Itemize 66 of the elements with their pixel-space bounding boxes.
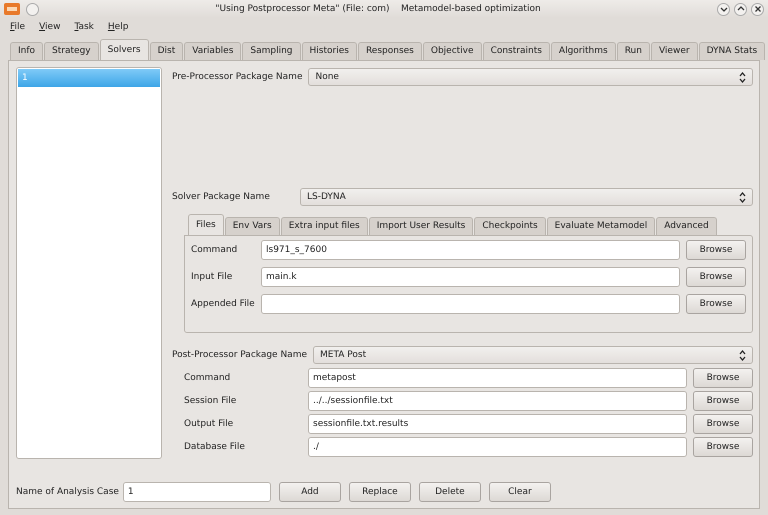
- tab[interactable]: Variables: [184, 42, 242, 60]
- tab[interactable]: Solvers: [100, 39, 149, 60]
- input-field[interactable]: sessionfile.txt.results: [308, 414, 687, 434]
- app-icon: [4, 3, 20, 15]
- field-label: Solver Package Name: [172, 192, 271, 202]
- action-button[interactable]: Replace: [348, 482, 411, 502]
- dropdown[interactable]: LS-DYNA: [300, 188, 753, 206]
- tab[interactable]: Objective: [422, 42, 482, 60]
- input-field[interactable]: ls971_s_7600: [261, 240, 680, 260]
- up-down-arrows-icon: [739, 350, 746, 360]
- menu-item[interactable]: Help: [108, 22, 128, 32]
- tab[interactable]: Responses: [358, 42, 422, 60]
- tab[interactable]: Checkpoints: [474, 217, 546, 235]
- field-label: Output File: [183, 419, 234, 429]
- field-label: Appended File: [191, 299, 255, 309]
- action-button[interactable]: Add: [278, 482, 341, 502]
- action-button[interactable]: Clear: [488, 482, 551, 502]
- input-field[interactable]: ./: [308, 437, 687, 457]
- browse-button[interactable]: Browse: [693, 437, 753, 457]
- field-label: Command: [191, 245, 238, 255]
- field-label: Database File: [183, 442, 246, 452]
- field-label: Pre-Processor Package Name: [172, 72, 302, 82]
- tab[interactable]: Run: [616, 42, 650, 60]
- field-label: Name of Analysis Case: [16, 487, 119, 497]
- input-field[interactable]: main.k: [261, 267, 680, 287]
- maximize-icon[interactable]: [734, 2, 747, 16]
- tab[interactable]: Advanced: [656, 217, 717, 235]
- field-label: Post-Processor Package Name: [172, 350, 308, 360]
- window-title: "Using Postprocessor Meta" (File: com) Metamodel-based optimization: [214, 4, 542, 14]
- tab[interactable]: Dist: [150, 42, 184, 60]
- dropdown[interactable]: None: [308, 68, 753, 86]
- field-label: Session File: [183, 396, 238, 406]
- menu-item[interactable]: Task: [74, 22, 94, 32]
- up-down-arrows-icon: [739, 72, 746, 82]
- action-button[interactable]: Delete: [418, 482, 481, 502]
- close-icon[interactable]: [751, 2, 764, 16]
- field-label: Input File: [191, 272, 234, 282]
- dropdown[interactable]: META Post: [313, 346, 753, 364]
- tab[interactable]: Extra input files: [280, 217, 368, 235]
- browse-button[interactable]: Browse: [686, 267, 746, 287]
- tab[interactable]: Strategy: [44, 42, 99, 60]
- up-down-arrows-icon: [739, 192, 746, 202]
- tab[interactable]: DYNA Stats: [698, 42, 766, 60]
- browse-button[interactable]: Browse: [693, 368, 753, 388]
- tab[interactable]: Algorithms: [550, 42, 616, 60]
- tab[interactable]: Info: [10, 42, 44, 60]
- browse-button[interactable]: Browse: [693, 391, 753, 411]
- input-field[interactable]: 1: [122, 482, 271, 502]
- tab[interactable]: Sampling: [242, 42, 301, 60]
- menu-item[interactable]: File: [10, 22, 26, 32]
- browse-button[interactable]: Browse: [686, 240, 746, 260]
- input-field[interactable]: metapost: [308, 368, 687, 388]
- tab[interactable]: Import User Results: [368, 217, 474, 235]
- minimize-icon[interactable]: [717, 2, 730, 16]
- browse-button[interactable]: Browse: [693, 414, 753, 434]
- tab[interactable]: Constraints: [482, 42, 550, 60]
- tab[interactable]: Env Vars: [224, 217, 280, 235]
- input-field[interactable]: [261, 294, 680, 314]
- menu-item[interactable]: View: [39, 22, 60, 32]
- tab[interactable]: Evaluate Metamodel: [546, 217, 656, 235]
- field-label: Command: [183, 373, 232, 383]
- tab[interactable]: Histories: [302, 42, 357, 60]
- tab[interactable]: Files: [188, 214, 224, 235]
- input-field[interactable]: ../../sessionfile.txt: [308, 391, 687, 411]
- browse-button[interactable]: Browse: [686, 294, 746, 314]
- tab[interactable]: Viewer: [650, 42, 698, 60]
